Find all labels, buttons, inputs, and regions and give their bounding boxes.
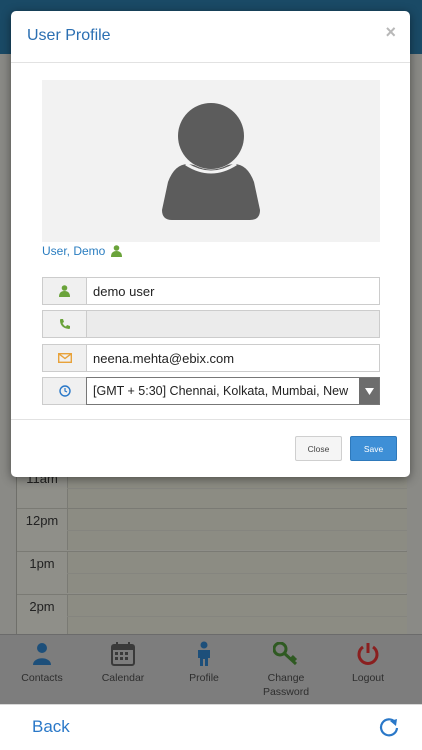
calendar-icon <box>81 641 165 667</box>
name-field-row: demo user <box>42 277 380 305</box>
calendar-time-label: 2pm <box>29 599 55 614</box>
calendar-time-label: 12pm <box>25 513 59 528</box>
user-icon <box>42 277 86 305</box>
save-button[interactable]: Save <box>350 436 397 461</box>
modal-header: User Profile × <box>11 11 410 63</box>
phone-field-row <box>42 310 380 338</box>
timezone-field-row: [GMT + 5:30] Chennai, Kolkata, Mumbai, N… <box>42 377 380 405</box>
phone-input[interactable] <box>86 310 380 338</box>
envelope-icon <box>42 344 86 372</box>
tab-logout[interactable]: Logout <box>326 641 410 685</box>
tab-label: Profile <box>189 672 219 684</box>
tab-profile[interactable]: Profile <box>162 641 246 685</box>
tab-label: Calendar <box>101 672 145 684</box>
user-icon <box>111 245 123 257</box>
user-display-name: User, Demo <box>42 244 106 258</box>
key-icon <box>244 641 328 667</box>
close-button[interactable]: Close <box>295 436 342 461</box>
timezone-select[interactable]: [GMT + 5:30] Chennai, Kolkata, Mumbai, N… <box>86 377 380 405</box>
tab-label: Contacts <box>21 672 63 684</box>
contacts-icon <box>0 641 84 667</box>
user-name-row: User, Demo <box>42 243 123 259</box>
calendar-hour-row: 12pm <box>17 508 407 550</box>
user-profile-modal: User Profile × User, Demo demo user neen… <box>11 11 410 477</box>
calendar-hour-row: 1pm <box>17 551 407 593</box>
tab-calendar[interactable]: Calendar <box>81 641 165 685</box>
email-field-row: neena.mehta@ebix.com <box>42 344 380 372</box>
tab-bar: Contacts Calendar Profile Change Passwor… <box>0 634 422 704</box>
close-icon[interactable]: × <box>385 22 396 43</box>
modal-title: User Profile <box>27 27 111 44</box>
avatar-container <box>42 80 380 242</box>
timezone-selected-value: [GMT + 5:30] Chennai, Kolkata, Mumbai, N… <box>93 384 349 398</box>
tab-change-password[interactable]: Change Password <box>244 641 328 699</box>
avatar <box>162 103 260 220</box>
back-button[interactable]: Back <box>32 717 70 737</box>
name-input[interactable]: demo user <box>86 277 380 305</box>
phone-icon <box>42 310 86 338</box>
tab-label: Change Password <box>262 672 310 698</box>
tab-contacts[interactable]: Contacts <box>0 641 84 685</box>
calendar-time-label: 1pm <box>29 556 55 571</box>
clock-icon <box>42 377 86 405</box>
chevron-down-icon <box>359 378 379 404</box>
person-icon <box>162 641 246 667</box>
refresh-icon[interactable] <box>378 716 400 738</box>
calendar-hour-row: 2pm <box>17 594 407 636</box>
calendar-day-grid: 11am 12pm 1pm 2pm <box>16 466 407 636</box>
modal-body: User, Demo demo user neena.mehta@ebix.co… <box>11 64 410 419</box>
email-input[interactable]: neena.mehta@ebix.com <box>86 344 380 372</box>
power-icon <box>326 641 410 667</box>
tab-label: Logout <box>351 672 385 684</box>
modal-footer: Close Save <box>11 419 410 477</box>
bottom-navigation: Back <box>0 704 422 750</box>
